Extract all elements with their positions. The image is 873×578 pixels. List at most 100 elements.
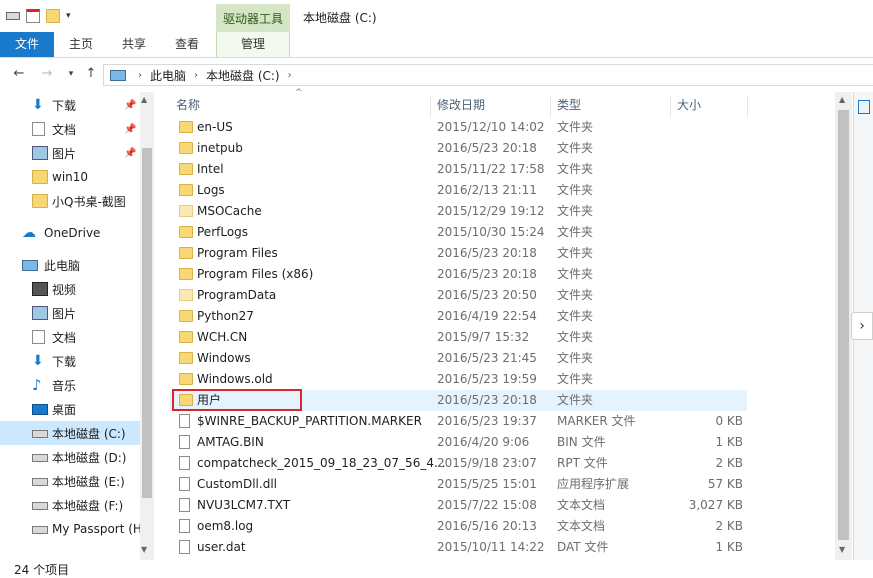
drive-icon[interactable]: [6, 12, 20, 20]
scroll-up-icon[interactable]: ▲: [839, 95, 845, 104]
file-name: CustomDll.dll: [197, 477, 277, 491]
nav-item-downloads[interactable]: ⬇ 下载 📌: [0, 93, 140, 117]
column-divider[interactable]: [747, 95, 748, 117]
file-name: PerfLogs: [197, 225, 249, 239]
file-row[interactable]: Program Files (x86) 2016/5/23 20:18 文件夹: [170, 264, 747, 285]
new-folder-icon[interactable]: [46, 9, 60, 23]
breadcrumb-drive-c[interactable]: 本地磁盘 (C:): [206, 67, 280, 84]
pin-icon[interactable]: 📌: [124, 124, 136, 135]
file-date: 2016/5/16 20:13: [437, 519, 537, 533]
column-divider[interactable]: [670, 95, 671, 117]
file-row[interactable]: $WINRE_BACKUP_PARTITION.MARKER 2016/5/23 …: [170, 411, 747, 432]
title-bar: ▾ 驱动器工具 本地磁盘 (C:): [0, 0, 873, 32]
breadcrumb-chevron-icon[interactable]: ›: [194, 70, 198, 81]
nav-item-pictures[interactable]: 图片 📌: [0, 141, 140, 165]
nav-item-drive-e[interactable]: 本地磁盘 (E:): [0, 469, 140, 493]
file-type: 文件夹: [557, 120, 594, 134]
file-row[interactable]: AMTAG.BIN 2016/4/20 9:06 BIN 文件 1 KB: [170, 432, 747, 453]
breadcrumb-chevron-icon[interactable]: ›: [288, 70, 292, 81]
nav-scrollbar-thumb[interactable]: [142, 148, 152, 498]
column-divider[interactable]: [430, 95, 431, 117]
chevron-down-icon[interactable]: ▾: [66, 11, 71, 21]
tab-home[interactable]: 主页: [54, 32, 108, 57]
pc-icon: [22, 259, 38, 271]
forward-arrow-icon[interactable]: →: [38, 65, 56, 83]
drive-icon: [32, 526, 48, 534]
breadcrumb-this-pc[interactable]: 此电脑: [150, 67, 186, 84]
folder-icon: [179, 331, 193, 343]
chevron-right-icon[interactable]: ›: [851, 312, 873, 340]
nav-item-onedrive[interactable]: ☁ OneDrive: [0, 221, 140, 245]
recent-locations-chevron-icon[interactable]: ▾: [62, 65, 80, 83]
back-arrow-icon[interactable]: ←: [10, 65, 28, 83]
file-row[interactable]: PerfLogs 2015/10/30 15:24 文件夹: [170, 222, 747, 243]
pin-icon[interactable]: 📌: [124, 100, 136, 111]
file-row[interactable]: inetpub 2016/5/23 20:18 文件夹: [170, 138, 747, 159]
file-date: 2015/7/22 15:08: [437, 498, 537, 512]
file-row[interactable]: Logs 2016/2/13 21:11 文件夹: [170, 180, 747, 201]
tab-share[interactable]: 共享: [108, 32, 160, 57]
file-row[interactable]: Windows.old 2016/5/23 19:59 文件夹: [170, 369, 747, 390]
nav-scroll-down-icon[interactable]: ▼: [141, 545, 147, 554]
nav-item-music[interactable]: ♪ 音乐: [0, 373, 140, 397]
tab-file[interactable]: 文件: [0, 32, 54, 57]
breadcrumb-chevron-icon[interactable]: ›: [138, 70, 142, 81]
column-header-date[interactable]: 修改日期: [437, 92, 485, 119]
up-arrow-icon[interactable]: ↑: [82, 65, 100, 83]
picture-icon: [32, 146, 48, 160]
nav-item-pc-downloads[interactable]: ⬇ 下载: [0, 349, 140, 373]
file-list-scrollbar-thumb[interactable]: [838, 110, 849, 540]
file-row[interactable]: ProgramData 2016/5/23 20:50 文件夹: [170, 285, 747, 306]
column-divider[interactable]: [550, 95, 551, 117]
file-row[interactable]: oem8.log 2016/5/16 20:13 文本文档 2 KB: [170, 516, 747, 537]
file-date: 2016/5/23 21:45: [437, 351, 537, 365]
file-type: 文件夹: [557, 309, 594, 323]
nav-item-pc-pictures[interactable]: 图片: [0, 301, 140, 325]
address-bar[interactable]: › 此电脑 › 本地磁盘 (C:) ›: [103, 64, 873, 86]
nav-item-win10[interactable]: win10: [0, 165, 140, 189]
tab-manage[interactable]: 管理: [216, 32, 290, 57]
column-header-size[interactable]: 大小: [677, 92, 701, 119]
nav-item-this-pc[interactable]: 此电脑: [0, 253, 140, 277]
tab-view[interactable]: 查看: [160, 32, 214, 57]
file-row[interactable]: MSOCache 2015/12/29 19:12 文件夹: [170, 201, 747, 222]
file-row[interactable]: CustomDll.dll 2015/5/25 15:01 应用程序扩展 57 KB: [170, 474, 747, 495]
nav-item-drive-d[interactable]: 本地磁盘 (D:): [0, 445, 140, 469]
nav-scroll-up-icon[interactable]: ▲: [141, 95, 147, 104]
nav-item-videos[interactable]: 视频: [0, 277, 140, 301]
nav-item-desktop[interactable]: 桌面: [0, 397, 140, 421]
file-row[interactable]: WCH.CN 2015/9/7 15:32 文件夹: [170, 327, 747, 348]
file-name: inetpub: [197, 141, 243, 155]
file-name: $WINRE_BACKUP_PARTITION.MARKER: [197, 414, 422, 428]
file-type: 文件夹: [557, 183, 594, 197]
scroll-down-icon[interactable]: ▼: [839, 545, 845, 554]
file-row[interactable]: Program Files 2016/5/23 20:18 文件夹: [170, 243, 747, 264]
file-row[interactable]: Intel 2015/11/22 17:58 文件夹: [170, 159, 747, 180]
shield-icon[interactable]: [858, 100, 870, 114]
folder-icon: [179, 310, 193, 322]
properties-icon[interactable]: [26, 9, 40, 23]
file-type: 文本文档: [557, 498, 606, 512]
file-row[interactable]: Python27 2016/4/19 22:54 文件夹: [170, 306, 747, 327]
file-row[interactable]: compatcheck_2015_09_18_23_07_56_4... 2015…: [170, 453, 747, 474]
file-type: 文件夹: [557, 351, 594, 365]
file-icon: [179, 519, 190, 533]
nav-item-my-passport[interactable]: My Passport (H: [0, 517, 140, 541]
file-name: Program Files: [197, 246, 278, 260]
column-header-type[interactable]: 类型: [557, 92, 581, 119]
nav-item-drive-c[interactable]: 本地磁盘 (C:): [0, 421, 140, 445]
column-header-name[interactable]: 名称: [176, 92, 200, 119]
nav-item-pc-documents[interactable]: 文档: [0, 325, 140, 349]
file-row[interactable]: NVU3LCM7.TXT 2015/7/22 15:08 文本文档 3,027 KB: [170, 495, 747, 516]
file-size: 3,027 KB: [688, 498, 743, 512]
annotation-highlight-box: [172, 389, 302, 411]
file-row[interactable]: Windows 2016/5/23 21:45 文件夹: [170, 348, 747, 369]
nav-item-documents[interactable]: 文档 📌: [0, 117, 140, 141]
file-date: 2015/9/18 23:07: [437, 456, 537, 470]
nav-item-drive-f[interactable]: 本地磁盘 (F:): [0, 493, 140, 517]
file-row[interactable]: en-US 2015/12/10 14:02 文件夹: [170, 117, 747, 138]
file-row[interactable]: user.dat 2015/10/11 14:22 DAT 文件 1 KB: [170, 537, 747, 558]
file-type: 文件夹: [557, 267, 594, 281]
nav-item-screenshots[interactable]: 小Q书桌-截图: [0, 189, 140, 213]
pin-icon[interactable]: 📌: [124, 148, 136, 159]
